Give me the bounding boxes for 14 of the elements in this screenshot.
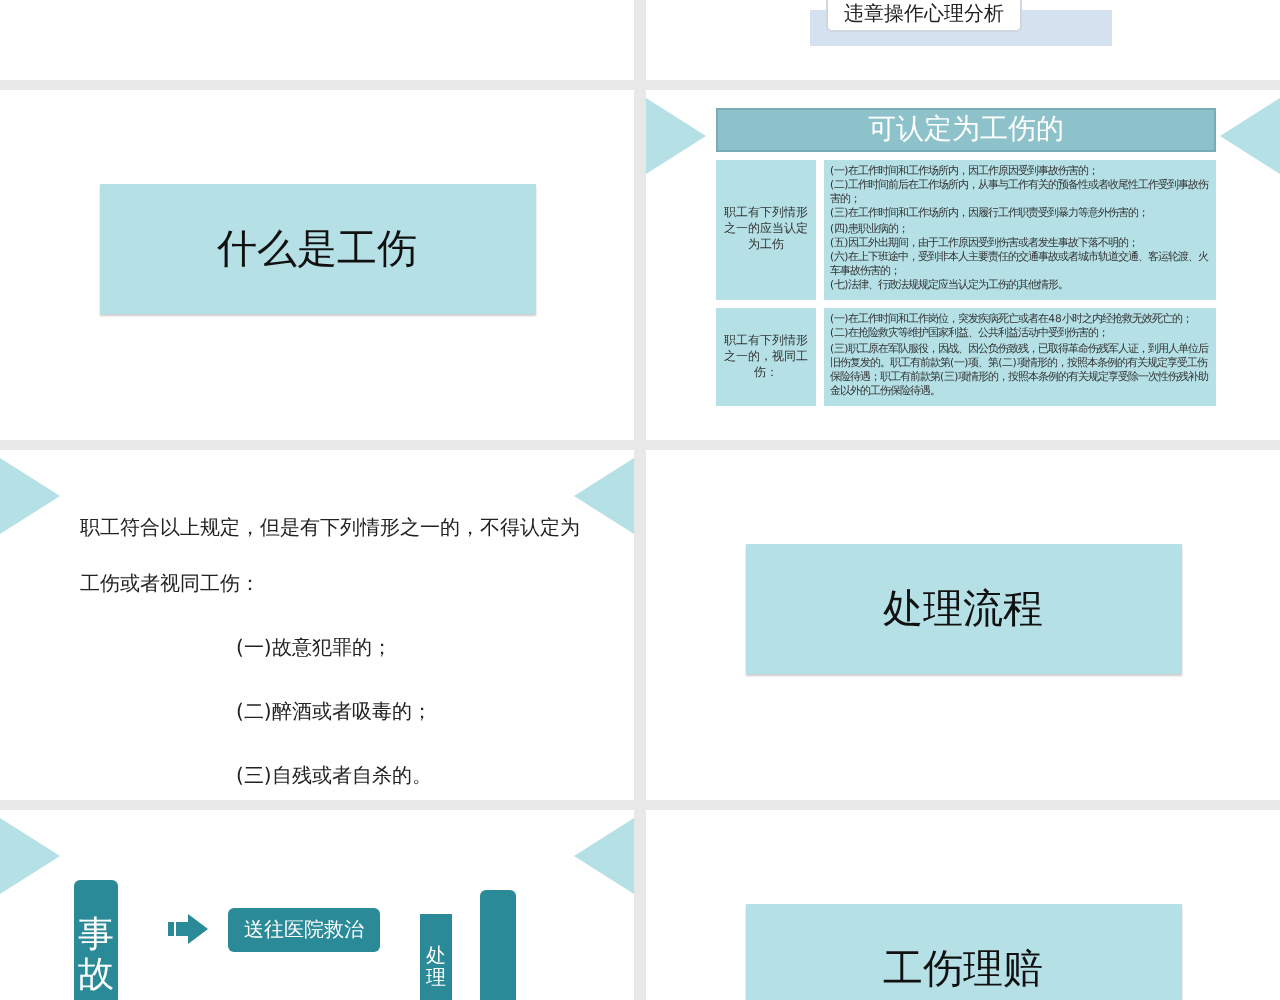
slide-title: 工伤理赔 (745, 904, 1181, 1000)
intro-paragraph: 职工符合以上规定，但是有下列情形之一的，不得认定为工伤或者视同工伤： (80, 515, 582, 600)
menu-item[interactable]: 违章操作心理分析 (826, 0, 1022, 32)
list-item: (二)醉酒或者吸毒的； (236, 699, 434, 726)
table-title: 可认定为工伤的 (716, 108, 1216, 152)
flow-start-box: 事故 (74, 880, 118, 1000)
list-item: (三)自残或者自杀的。 (236, 763, 434, 790)
slide-title: 处理流程 (745, 544, 1181, 674)
flow-bar (480, 890, 516, 1000)
flow-branch-box: 处理 (420, 914, 452, 1000)
flow-step-box: 送往医院救治 (228, 908, 380, 952)
slide-title: 什么是工伤 (99, 184, 535, 314)
arrow-icon (168, 914, 208, 944)
list-item: (一)故意犯罪的； (236, 635, 394, 662)
